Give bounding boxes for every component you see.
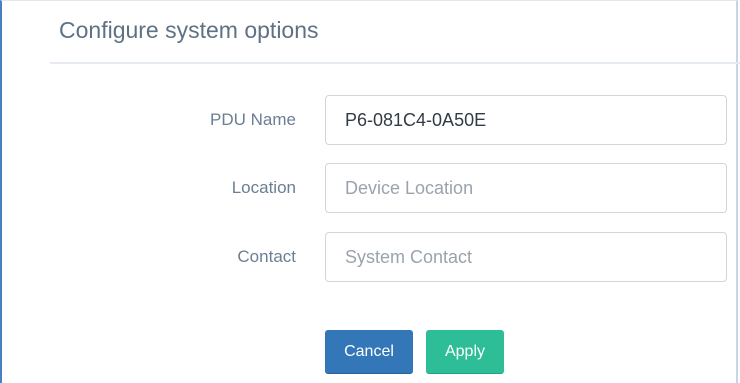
panel-title: Configure system options — [59, 17, 319, 43]
form-row-pdu-name: PDU Name — [2, 95, 740, 145]
pdu-name-label: PDU Name — [210, 110, 296, 129]
apply-button[interactable]: Apply — [426, 330, 504, 374]
location-input[interactable] — [325, 163, 727, 213]
form-row-contact: Contact — [2, 232, 740, 282]
pdu-name-input[interactable] — [325, 95, 727, 145]
contact-input[interactable] — [325, 232, 727, 282]
form-row-location: Location — [2, 163, 740, 213]
location-label: Location — [231, 178, 296, 197]
title-divider — [50, 62, 740, 64]
contact-label: Contact — [237, 247, 296, 266]
config-panel: Configure system options PDU Name Locati… — [0, 0, 740, 383]
cancel-button[interactable]: Cancel — [325, 330, 413, 374]
